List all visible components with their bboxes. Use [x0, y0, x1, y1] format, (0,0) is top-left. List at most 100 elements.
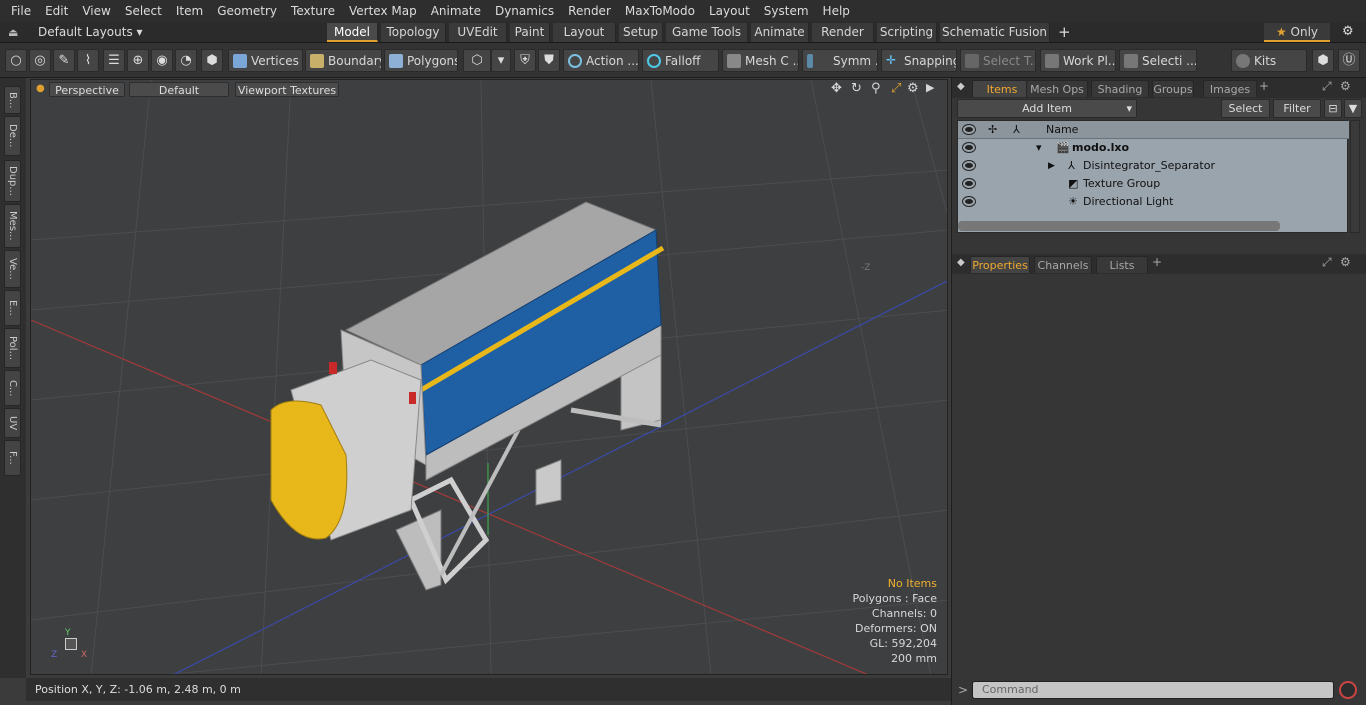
menu-item-texture[interactable]: Texture: [284, 4, 342, 18]
item-mode-icon[interactable]: ⬢: [201, 49, 223, 72]
visibility-icon[interactable]: [963, 179, 975, 188]
panel-tab-images[interactable]: Images: [1203, 80, 1257, 97]
menu-item-view[interactable]: View: [75, 4, 117, 18]
falloff-button[interactable]: Falloff: [642, 49, 719, 72]
menu-item-vertex-map[interactable]: Vertex Map: [342, 4, 424, 18]
default-layouts-dropdown[interactable]: Default Layouts ▾: [38, 25, 143, 39]
visibility-icon[interactable]: [963, 197, 975, 206]
tab-scripting[interactable]: Scripting: [877, 23, 937, 42]
mesh-constraint-button[interactable]: Mesh C ...: [722, 49, 799, 72]
rotate-icon[interactable]: ◔: [175, 49, 197, 72]
circle-select-icon[interactable]: ○: [5, 49, 27, 72]
3d-viewport[interactable]: -Z ● Perspective Default Viewport Textur…: [30, 79, 948, 675]
menu-item-select[interactable]: Select: [118, 4, 169, 18]
menu-item-file[interactable]: File: [4, 4, 38, 18]
gear-icon[interactable]: ⚙: [1342, 24, 1354, 39]
left-tab-0[interactable]: B...: [4, 86, 21, 114]
tab-model[interactable]: Model: [327, 23, 378, 42]
vertical-scrollbar[interactable]: [1350, 120, 1360, 233]
align-icon[interactable]: ☰: [103, 49, 125, 72]
material-cube-icon[interactable]: ⬡: [463, 49, 491, 72]
panel-expand-icon[interactable]: ⤢: [1322, 255, 1332, 270]
tab-layout[interactable]: Layout: [553, 23, 616, 42]
perspective-button[interactable]: Perspective: [49, 82, 125, 97]
tree-row-mesh[interactable]: ▶ ⅄ Disintegrator_Separator: [958, 157, 1349, 175]
filter-button[interactable]: Filter: [1273, 99, 1321, 118]
expand-arrow-icon[interactable]: ▾: [1036, 139, 1042, 157]
horizontal-scrollbar[interactable]: [958, 221, 1280, 231]
tab-topology[interactable]: Topology: [381, 23, 446, 42]
panel-tab-items[interactable]: Items: [972, 80, 1032, 97]
tree-row-scene[interactable]: ▾ 🎬 modo.lxo: [958, 139, 1349, 157]
add-panel-tab-icon[interactable]: +: [1152, 255, 1162, 269]
unreal-icon[interactable]: Ⓤ: [1338, 49, 1360, 72]
tree-row-texture-group[interactable]: ◩ Texture Group: [958, 175, 1349, 193]
menu-item-help[interactable]: Help: [816, 4, 857, 18]
left-tab-4[interactable]: Ve...: [4, 250, 21, 288]
left-tab-6[interactable]: Pol...: [4, 328, 21, 368]
add-item-button[interactable]: Add Item ▾: [957, 99, 1137, 118]
snapping-button[interactable]: ✛ Snapping: [881, 49, 957, 72]
tab-animate[interactable]: Animate: [751, 23, 809, 42]
maximize-icon[interactable]: ⤢: [891, 81, 901, 96]
visibility-icon[interactable]: [963, 161, 975, 170]
menu-item-layout[interactable]: Layout: [702, 4, 757, 18]
chevron-down-icon[interactable]: ▾: [491, 49, 511, 72]
vertices-button[interactable]: Vertices: [228, 49, 303, 72]
panel-tab-channels[interactable]: Channels: [1034, 256, 1092, 273]
left-tab-7[interactable]: C...: [4, 370, 21, 406]
menu-item-edit[interactable]: Edit: [38, 4, 75, 18]
viewport-gear-icon[interactable]: ⚙: [907, 81, 919, 96]
panel-gear-icon[interactable]: ⚙: [1340, 79, 1351, 93]
command-input[interactable]: Command: [972, 681, 1334, 699]
snap-circle-icon[interactable]: ◉: [151, 49, 173, 72]
shading-style-button[interactable]: Default: [129, 82, 229, 97]
panel-tab-shading[interactable]: Shading: [1091, 80, 1149, 97]
only-toggle[interactable]: ★ Only: [1264, 23, 1330, 42]
globe-icon[interactable]: ◎: [29, 49, 51, 72]
pen-icon[interactable]: ✎: [53, 49, 75, 72]
zoom-icon[interactable]: ⚲: [871, 81, 881, 96]
panel-expand-icon[interactable]: ⤢: [1322, 79, 1332, 94]
panel-tab-mesh-ops[interactable]: Mesh Ops: [1026, 80, 1088, 97]
shield-icon[interactable]: ⛊: [538, 49, 560, 72]
center-icon[interactable]: ⊕: [127, 49, 149, 72]
left-tab-3[interactable]: Mes...: [4, 204, 21, 248]
work-plane-button[interactable]: Work Pl...: [1040, 49, 1116, 72]
funnel-icon[interactable]: ▼: [1344, 99, 1362, 118]
left-tab-5[interactable]: E...: [4, 290, 21, 326]
record-icon[interactable]: [1339, 681, 1357, 699]
home-icon[interactable]: ⏏: [8, 26, 18, 39]
tab-paint[interactable]: Paint: [510, 23, 550, 42]
add-panel-tab-icon[interactable]: +: [1259, 79, 1269, 93]
tab-uvedit[interactable]: UVEdit: [449, 23, 507, 42]
menu-item-animate[interactable]: Animate: [424, 4, 488, 18]
action-center-button[interactable]: Action ...: [563, 49, 639, 72]
item-list-tree[interactable]: ✢ ⅄ Name ▾ 🎬 modo.lxo ▶ ⅄ Disintegrator_…: [957, 120, 1349, 233]
tab-game-tools[interactable]: Game Tools: [666, 23, 748, 42]
menu-item-system[interactable]: System: [757, 4, 816, 18]
select-through-button[interactable]: Select T...: [960, 49, 1036, 72]
panel-menu-dot[interactable]: ◆: [957, 81, 965, 92]
tab-render[interactable]: Render: [812, 23, 874, 42]
add-tab-icon[interactable]: +: [1058, 23, 1071, 41]
panel-tab-groups[interactable]: Groups: [1152, 80, 1194, 97]
symmetry-button[interactable]: Symm ...: [802, 49, 878, 72]
collapse-icon[interactable]: ⊟: [1324, 99, 1342, 118]
menu-item-maxtomodo[interactable]: MaxToModo: [618, 4, 702, 18]
left-tab-2[interactable]: Dup...: [4, 160, 21, 202]
selection-sets-button[interactable]: Selecti ...: [1119, 49, 1197, 72]
panel-menu-dot[interactable]: ◆: [957, 257, 965, 268]
polygons-button[interactable]: Polygons: [384, 49, 458, 72]
viewport-textures-button[interactable]: Viewport Textures: [235, 82, 339, 97]
boundary-button[interactable]: Boundary: [305, 49, 382, 72]
left-tab-1[interactable]: De...: [4, 116, 21, 156]
tab-setup[interactable]: Setup: [619, 23, 663, 42]
menu-item-item[interactable]: Item: [169, 4, 210, 18]
unity-icon[interactable]: ⬢: [1312, 49, 1334, 72]
panel-tab-lists[interactable]: Lists: [1096, 256, 1148, 273]
orbit-icon[interactable]: ↻: [851, 81, 862, 96]
viewport-menu-dot[interactable]: ●: [36, 83, 45, 94]
expand-arrow-icon[interactable]: ▶: [1048, 157, 1055, 175]
symmetry-shield-icon[interactable]: ⛨: [514, 49, 536, 72]
